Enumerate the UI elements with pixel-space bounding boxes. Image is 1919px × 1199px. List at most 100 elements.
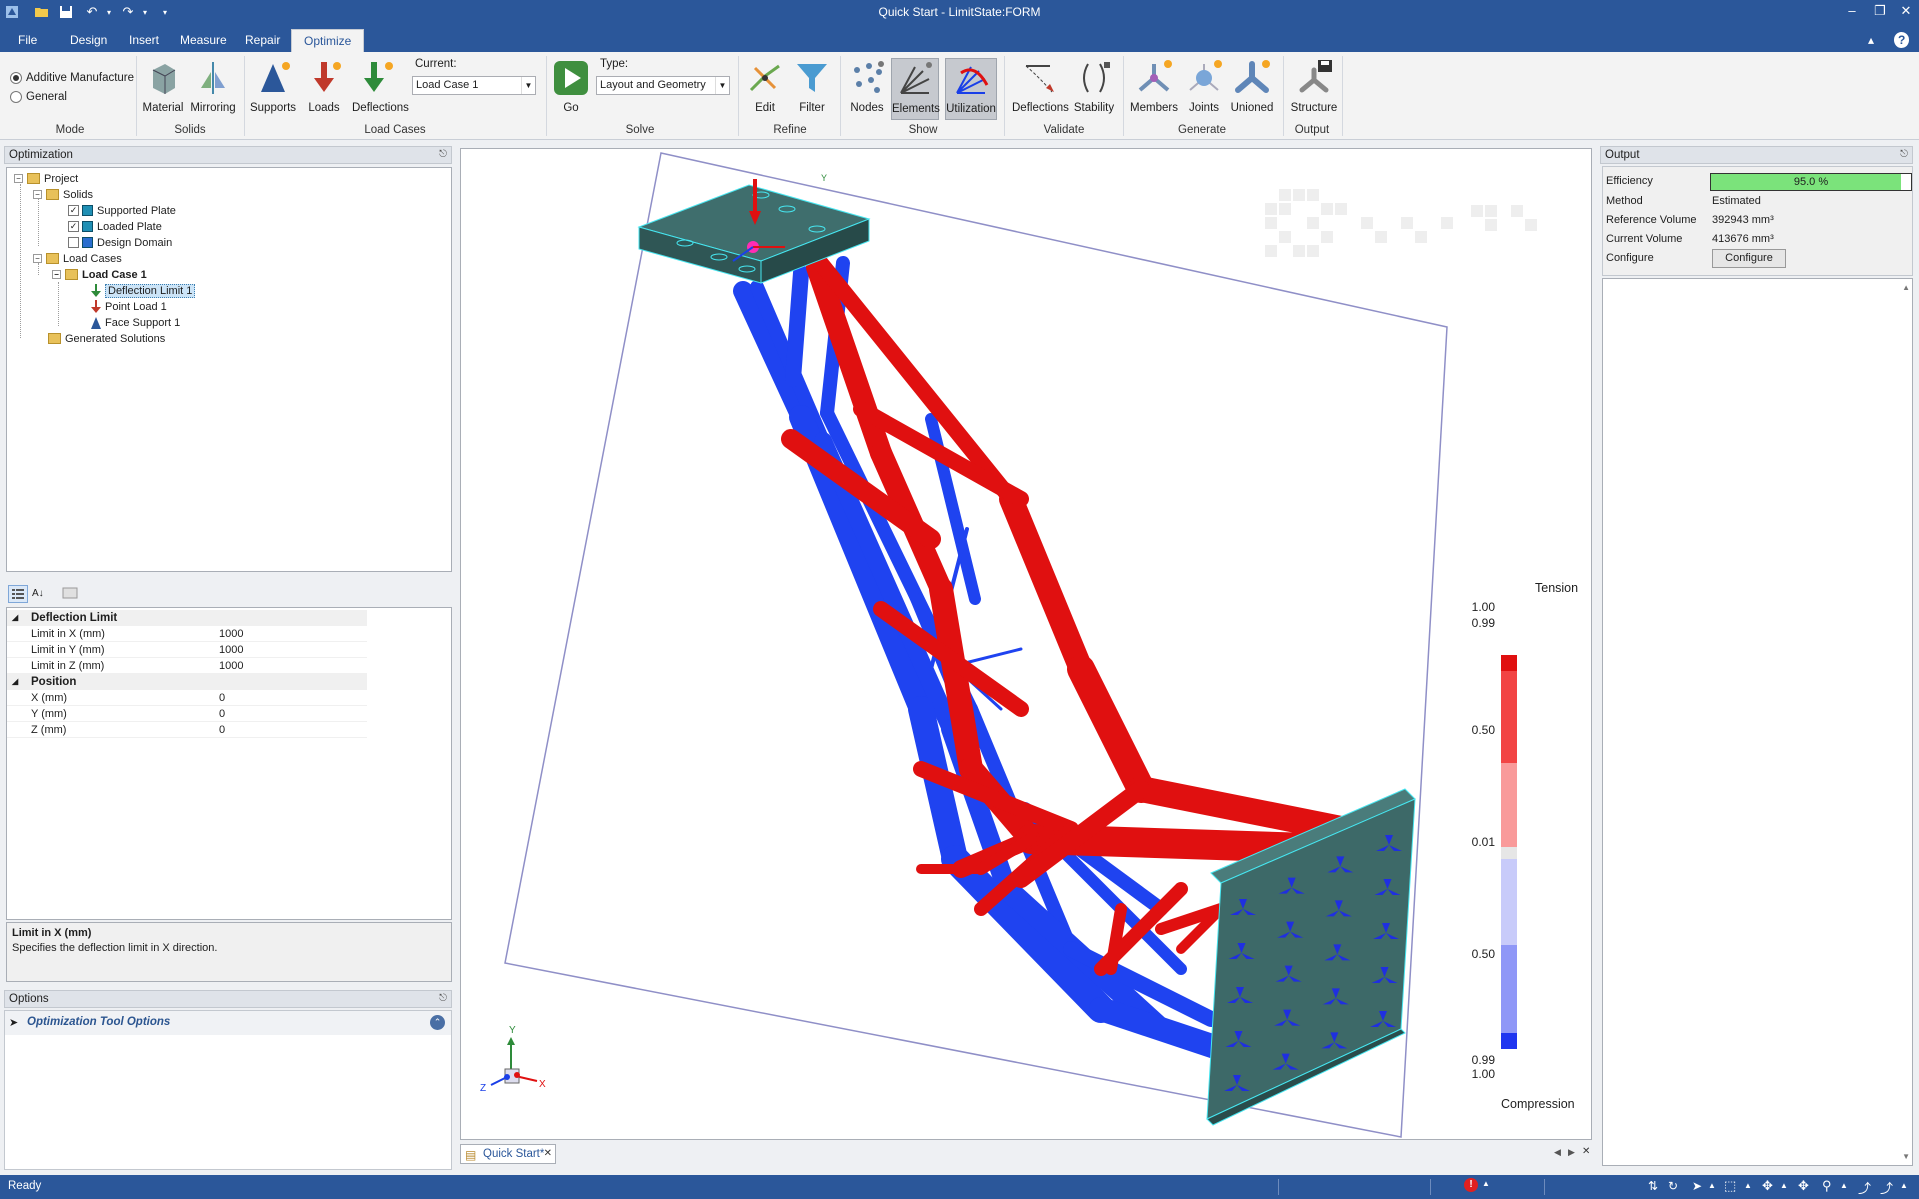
move-icon[interactable]: ✥ bbox=[1798, 1178, 1809, 1194]
pan-dropdown-icon[interactable]: ▲ bbox=[1780, 1181, 1788, 1190]
collapse-icon[interactable]: − bbox=[14, 174, 23, 183]
category-position[interactable]: ◢ Position bbox=[7, 674, 367, 690]
supports-button[interactable]: Supports bbox=[249, 58, 297, 120]
zoom-dropdown-icon[interactable]: ▲ bbox=[1840, 1181, 1848, 1190]
configure-button[interactable]: Configure bbox=[1712, 249, 1786, 268]
sketch-dropdown-icon[interactable]: ▲ bbox=[1900, 1181, 1908, 1190]
tree-item-face-support-1[interactable]: Face Support 1 bbox=[90, 315, 180, 330]
tree-item-point-load-1[interactable]: Point Load 1 bbox=[90, 299, 167, 314]
radio-general[interactable]: General bbox=[10, 91, 67, 103]
collapse-icon[interactable]: − bbox=[52, 270, 61, 279]
close-tab-icon[interactable]: ✕ bbox=[544, 1145, 552, 1163]
property-row-y[interactable]: Y (mm) 0 bbox=[7, 706, 367, 722]
nodes-icon bbox=[854, 61, 884, 93]
solve-type-select[interactable]: Layout and Geometry ▼ bbox=[596, 76, 730, 95]
joints-button[interactable]: Joints bbox=[1180, 58, 1228, 120]
scroll-up-icon[interactable]: ▲ bbox=[1902, 283, 1910, 292]
stability-button[interactable]: Stability bbox=[1070, 58, 1118, 120]
tree-item-loaded-plate[interactable]: ✓ Loaded Plate bbox=[68, 219, 162, 234]
go-button[interactable]: Go bbox=[547, 58, 595, 120]
scroll-down-icon[interactable]: ▼ bbox=[1902, 1152, 1910, 1161]
collapse-triangle-icon[interactable]: ◢ bbox=[12, 674, 18, 690]
collapse-triangle-icon[interactable]: ◢ bbox=[12, 610, 18, 626]
radio-dot-selected bbox=[10, 72, 22, 84]
tab-design[interactable]: Design bbox=[58, 29, 119, 52]
tab-scroll-left-icon[interactable]: ◀ bbox=[1554, 1147, 1561, 1158]
tree-item-deflection-limit-1[interactable]: Deflection Limit 1 bbox=[90, 283, 196, 298]
property-row-x[interactable]: X (mm) 0 bbox=[7, 690, 367, 706]
members-button[interactable]: Members bbox=[1128, 58, 1180, 120]
property-row-limit-z[interactable]: Limit in Z (mm) 1000 bbox=[7, 658, 367, 674]
close-all-tabs-icon[interactable]: ✕ bbox=[1582, 1146, 1590, 1157]
pin-icon[interactable]: ⎋ bbox=[439, 991, 447, 1007]
document-tab-quick-start[interactable]: ▤ Quick Start* ✕ bbox=[460, 1144, 556, 1164]
utilization-button[interactable]: Utilization bbox=[945, 58, 997, 120]
pan-icon[interactable]: ✥ bbox=[1762, 1178, 1773, 1194]
tree-item-load-case-1[interactable]: − Load Case 1 bbox=[52, 267, 147, 282]
ribbon-separator bbox=[1342, 56, 1343, 136]
visibility-checkbox[interactable]: ✓ bbox=[68, 221, 79, 232]
categorized-view-icon[interactable] bbox=[8, 585, 28, 603]
property-row-z[interactable]: Z (mm) 0 bbox=[7, 722, 367, 738]
zoom-icon[interactable]: ⚲ bbox=[1822, 1178, 1832, 1194]
category-deflection-limit[interactable]: ◢ Deflection Limit bbox=[7, 610, 367, 626]
error-dropdown-icon[interactable]: ▲ bbox=[1482, 1179, 1490, 1188]
property-pages-icon[interactable] bbox=[62, 586, 80, 602]
error-icon[interactable]: ! bbox=[1464, 1178, 1478, 1192]
nodes-button[interactable]: Nodes bbox=[843, 58, 891, 120]
tab-repair[interactable]: Repair bbox=[233, 29, 292, 52]
current-load-case-select[interactable]: Load Case 1 ▼ bbox=[412, 76, 536, 95]
property-row-limit-y[interactable]: Limit in Y (mm) 1000 bbox=[7, 642, 367, 658]
tree-item-generated-solutions[interactable]: Generated Solutions bbox=[48, 331, 165, 346]
sketch-icon[interactable]: ⤴ bbox=[1880, 1178, 1893, 1197]
tree-item-load-cases[interactable]: − Load Cases bbox=[33, 251, 122, 266]
tab-optimize[interactable]: Optimize bbox=[291, 29, 365, 52]
model-view[interactable] bbox=[461, 149, 1592, 1140]
status-text: Ready bbox=[8, 1180, 42, 1192]
tab-file[interactable]: File bbox=[6, 29, 49, 52]
help-icon[interactable]: ? bbox=[1894, 32, 1910, 48]
box-select-dropdown-icon[interactable]: ▲ bbox=[1744, 1181, 1752, 1190]
tab-insert[interactable]: Insert bbox=[117, 29, 171, 52]
restore-button[interactable]: ❐ bbox=[1866, 0, 1894, 24]
minimize-button[interactable]: – bbox=[1838, 0, 1866, 24]
radio-additive-manufacture[interactable]: Additive Manufacture bbox=[10, 72, 134, 84]
tree-item-supported-plate[interactable]: ✓ Supported Plate bbox=[68, 203, 176, 218]
elements-button[interactable]: Elements bbox=[891, 58, 940, 120]
property-row-limit-x[interactable]: Limit in X (mm) 1000 bbox=[7, 626, 367, 642]
fly-icon[interactable]: ⤴ bbox=[1858, 1178, 1871, 1197]
pin-icon[interactable]: ⎋ bbox=[1900, 147, 1908, 163]
tree-item-solids[interactable]: − Solids bbox=[33, 187, 93, 202]
edit-button[interactable]: Edit bbox=[741, 58, 789, 120]
description-text: Specifies the deflection limit in X dire… bbox=[12, 942, 218, 954]
filter-button[interactable]: Filter bbox=[788, 58, 836, 120]
collapse-icon[interactable]: − bbox=[33, 254, 42, 263]
tab-measure[interactable]: Measure bbox=[168, 29, 239, 52]
tree-item-project[interactable]: − Project bbox=[14, 171, 78, 186]
collapse-chevron-icon[interactable]: ⌃ bbox=[430, 1015, 445, 1030]
deflections-button[interactable]: Deflections bbox=[352, 58, 409, 120]
loads-button[interactable]: Loads bbox=[300, 58, 348, 120]
optimization-tool-options-row[interactable]: ➤ Optimization Tool Options ⌃ bbox=[5, 1011, 451, 1035]
visibility-checkbox[interactable] bbox=[68, 237, 79, 248]
select-cursor-icon[interactable]: ➤ bbox=[1692, 1179, 1702, 1193]
spin-icon[interactable]: ↻ bbox=[1668, 1179, 1678, 1193]
structure-button[interactable]: Structure bbox=[1287, 58, 1341, 120]
alphabetical-sort-icon[interactable]: A↓ bbox=[32, 585, 52, 603]
pin-icon[interactable]: ⎋ bbox=[439, 147, 447, 163]
box-select-icon[interactable]: ⬚ bbox=[1724, 1178, 1736, 1194]
tab-scroll-right-icon[interactable]: ▶ bbox=[1568, 1147, 1575, 1158]
validate-deflections-button[interactable]: Deflections bbox=[1012, 58, 1069, 120]
orientation-triad[interactable]: Y X Z bbox=[479, 1025, 549, 1099]
close-button[interactable]: ✕ bbox=[1892, 0, 1919, 24]
mirroring-button[interactable]: Mirroring bbox=[189, 58, 237, 120]
3d-viewport[interactable]: Tension Compression 1.00 0.99 0.50 0.01 … bbox=[460, 148, 1592, 1140]
collapse-icon[interactable]: − bbox=[33, 190, 42, 199]
tree-item-design-domain[interactable]: Design Domain bbox=[68, 235, 172, 250]
material-button[interactable]: Material bbox=[139, 58, 187, 120]
visibility-checkbox[interactable]: ✓ bbox=[68, 205, 79, 216]
unioned-button[interactable]: Unioned bbox=[1228, 58, 1276, 120]
ribbon-collapse-icon[interactable]: ▴ bbox=[1868, 29, 1874, 52]
rotate-icon[interactable]: ⇅ bbox=[1648, 1179, 1658, 1193]
select-dropdown-icon[interactable]: ▲ bbox=[1708, 1181, 1716, 1190]
